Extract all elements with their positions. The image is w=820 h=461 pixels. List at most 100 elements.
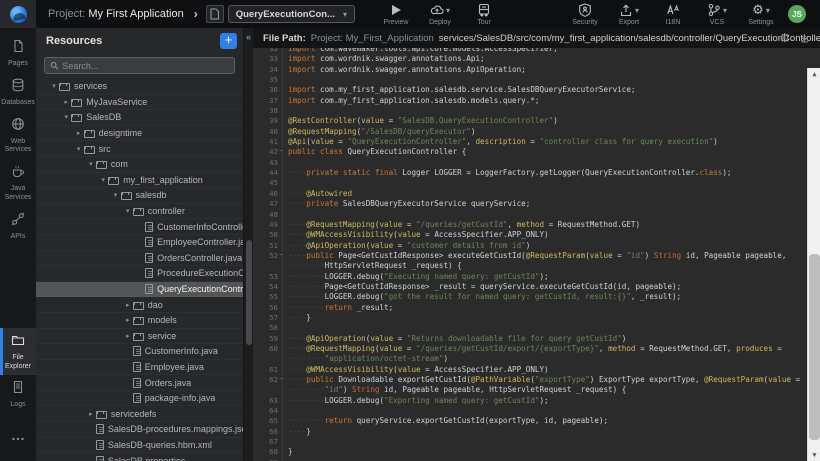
tree-item-label: com	[111, 159, 128, 169]
tour-button[interactable]: Tour	[471, 3, 497, 26]
i18n-button[interactable]: I18N	[660, 3, 686, 26]
tree-item-salesdb-procedures-mappings-json[interactable]: SalesDB-procedures.mappings.json	[36, 422, 243, 438]
editor-settings-gear-icon[interactable]: ⚙	[779, 31, 790, 45]
sidebar-item-java-services[interactable]: Java Services	[0, 159, 36, 207]
tree-item-myjavaservice[interactable]: ▸MyJavaService	[36, 95, 243, 111]
chevron-collapsed-icon[interactable]: ▸	[61, 98, 71, 106]
code-editor[interactable]: 32import com.wavemaker.tools.api.core.mo…	[253, 48, 820, 461]
code-text: @RestController(value = "SalesDB.QueryEx…	[283, 116, 558, 126]
editor-scrollbar-thumb[interactable]	[809, 254, 820, 440]
tree-item-salesdb-queries-hbm-xml[interactable]: SalesDB-queries.hbm.xml	[36, 438, 243, 454]
sidebar-item-pages[interactable]: Pages	[0, 34, 36, 73]
collapse-panel-button[interactable]: «	[244, 31, 253, 43]
tree-item-customerinfo-java[interactable]: CustomerInfo.java	[36, 344, 243, 360]
chevron-expanded-icon[interactable]: ▾	[49, 82, 59, 90]
chevron-collapsed-icon[interactable]: ▸	[86, 410, 96, 418]
scroll-down-arrow[interactable]: ▼	[808, 449, 820, 461]
folder-icon	[96, 161, 107, 169]
preview-button[interactable]: Preview	[383, 3, 409, 26]
tree-item-src[interactable]: ▾src	[36, 141, 243, 157]
tree-item-employeecontroller-java[interactable]: EmployeeController.java	[36, 235, 243, 251]
search-input[interactable]	[62, 61, 229, 71]
tree-item-label: services	[74, 81, 107, 91]
sidebar-item-databases[interactable]: Databases	[0, 73, 36, 112]
chevron-expanded-icon[interactable]: ▾	[123, 207, 133, 215]
tree-item-service[interactable]: ▸service	[36, 329, 243, 345]
tree-item-salesdb[interactable]: ▾salesdb	[36, 188, 243, 204]
line-number: 62–	[253, 375, 283, 385]
fold-marker-icon[interactable]: –	[279, 374, 283, 384]
fold-marker-icon[interactable]: –	[279, 146, 283, 156]
download-file-icon[interactable]	[799, 31, 810, 45]
tree-item-label: my_first_application	[123, 175, 203, 185]
tree-item-servicedefs[interactable]: ▸servicedefs	[36, 406, 243, 422]
sidebar-item-file-explorer[interactable]: File Explorer	[0, 328, 36, 376]
tree-item-my-first-application[interactable]: ▾ my_first_application	[36, 173, 243, 189]
code-line: 34import com.wordnik.swagger.annotations…	[253, 65, 807, 75]
tree-item-services[interactable]: ▾ services	[36, 79, 243, 95]
tree-item-com[interactable]: ▾ com	[36, 157, 243, 173]
database-icon	[11, 78, 25, 97]
tree-item-salesdb[interactable]: ▾SalesDB	[36, 110, 243, 126]
code-line: 36import com.my_first_application.salesd…	[253, 85, 807, 95]
sidebar-item-label: File Explorer	[4, 354, 32, 372]
code-line: 43	[253, 158, 807, 168]
chevron-collapsed-icon[interactable]: ▸	[123, 301, 133, 309]
line-number: 44	[253, 168, 283, 178]
tree-item-orderscontroller-java[interactable]: OrdersController.java	[36, 251, 243, 267]
tree-item-models[interactable]: ▸models	[36, 313, 243, 329]
code-line: 47····private SalesDBQueryExecutorServic…	[253, 199, 807, 209]
resources-title: Resources	[46, 35, 220, 47]
tree-item-label: CustomerInfo.java	[145, 346, 218, 356]
code-line: 48	[253, 210, 807, 220]
settings-button[interactable]: ⚙▾Settings	[748, 3, 774, 26]
open-file-dropdown[interactable]: QueryExecutionCon... ▾	[228, 5, 355, 23]
sidebar-item-web-services[interactable]: Web Services	[0, 112, 36, 160]
user-avatar[interactable]: JS	[788, 5, 806, 23]
wavemaker-logo-tile[interactable]	[0, 0, 36, 28]
tree-item-label: SalesDB-procedures.mappings.json	[108, 424, 243, 434]
chevron-collapsed-icon[interactable]: ▸	[74, 129, 84, 137]
folder-icon	[59, 83, 70, 91]
tree-item-procedureexecutioncontroller-java[interactable]: ProcedureExecutionController.java	[36, 266, 243, 282]
tree-item-package-info-java[interactable]: package-info.java	[36, 391, 243, 407]
file-icon	[96, 440, 104, 450]
code-line: 50····@WMAccessVisibility(value = Access…	[253, 230, 807, 240]
sidebar-item-more[interactable]	[0, 424, 36, 451]
sidebar-item-label: Databases	[1, 99, 34, 108]
tree-item-customerinfocontroller-java[interactable]: CustomerInfoController.java	[36, 219, 243, 235]
panel-scrollbar-thumb[interactable]	[246, 240, 252, 345]
deploy-button[interactable]: ▾Deploy	[427, 3, 453, 26]
security-button[interactable]: Security	[572, 3, 598, 26]
line-number: 68	[253, 447, 283, 457]
tree-item-designtime[interactable]: ▸designtime	[36, 126, 243, 142]
editor-scrollbar[interactable]: ▲ ▼	[807, 68, 820, 461]
tree-item-employee-java[interactable]: Employee.java	[36, 360, 243, 376]
chevron-collapsed-icon[interactable]: ▸	[123, 316, 133, 324]
project-label: Project:	[48, 8, 85, 20]
tree-item-salesdb-properties[interactable]: SalesDB.properties	[36, 453, 243, 461]
code-line: 64	[253, 406, 807, 416]
chevron-expanded-icon[interactable]: ▾	[74, 145, 84, 153]
chevron-expanded-icon[interactable]: ▾	[111, 191, 121, 199]
tree-item-controller[interactable]: ▾controller	[36, 204, 243, 220]
tree-item-queryexecutioncontroller-java[interactable]: QueryExecutionController.java	[36, 282, 243, 298]
add-resource-button[interactable]: +	[220, 33, 237, 49]
tree-item-dao[interactable]: ▸dao	[36, 297, 243, 313]
chevron-expanded-icon[interactable]: ▾	[86, 160, 96, 168]
chevron-collapsed-icon[interactable]: ▸	[123, 332, 133, 340]
tree-item-orders-java[interactable]: Orders.java	[36, 375, 243, 391]
sidebar-item-apis[interactable]: APIs	[0, 207, 36, 246]
tree-item-label: QueryExecutionController.java	[157, 284, 243, 294]
export-button[interactable]: ▾Export	[616, 3, 642, 26]
code-line: 39@RestController(value = "SalesDB.Query…	[253, 116, 807, 126]
wavemaker-logo-icon	[10, 6, 27, 23]
scroll-up-arrow[interactable]: ▲	[808, 68, 820, 80]
code-line: 52–····public Page<GetCustIdResponse> ex…	[253, 251, 807, 261]
sidebar-item-logs[interactable]: Logs	[0, 375, 36, 414]
fold-marker-icon[interactable]: –	[279, 250, 283, 260]
chevron-expanded-icon[interactable]: ▾	[98, 176, 108, 184]
vcs-button[interactable]: ▾VCS	[704, 3, 730, 26]
chevron-expanded-icon[interactable]: ▾	[61, 113, 71, 121]
code-line: 35	[253, 75, 807, 85]
